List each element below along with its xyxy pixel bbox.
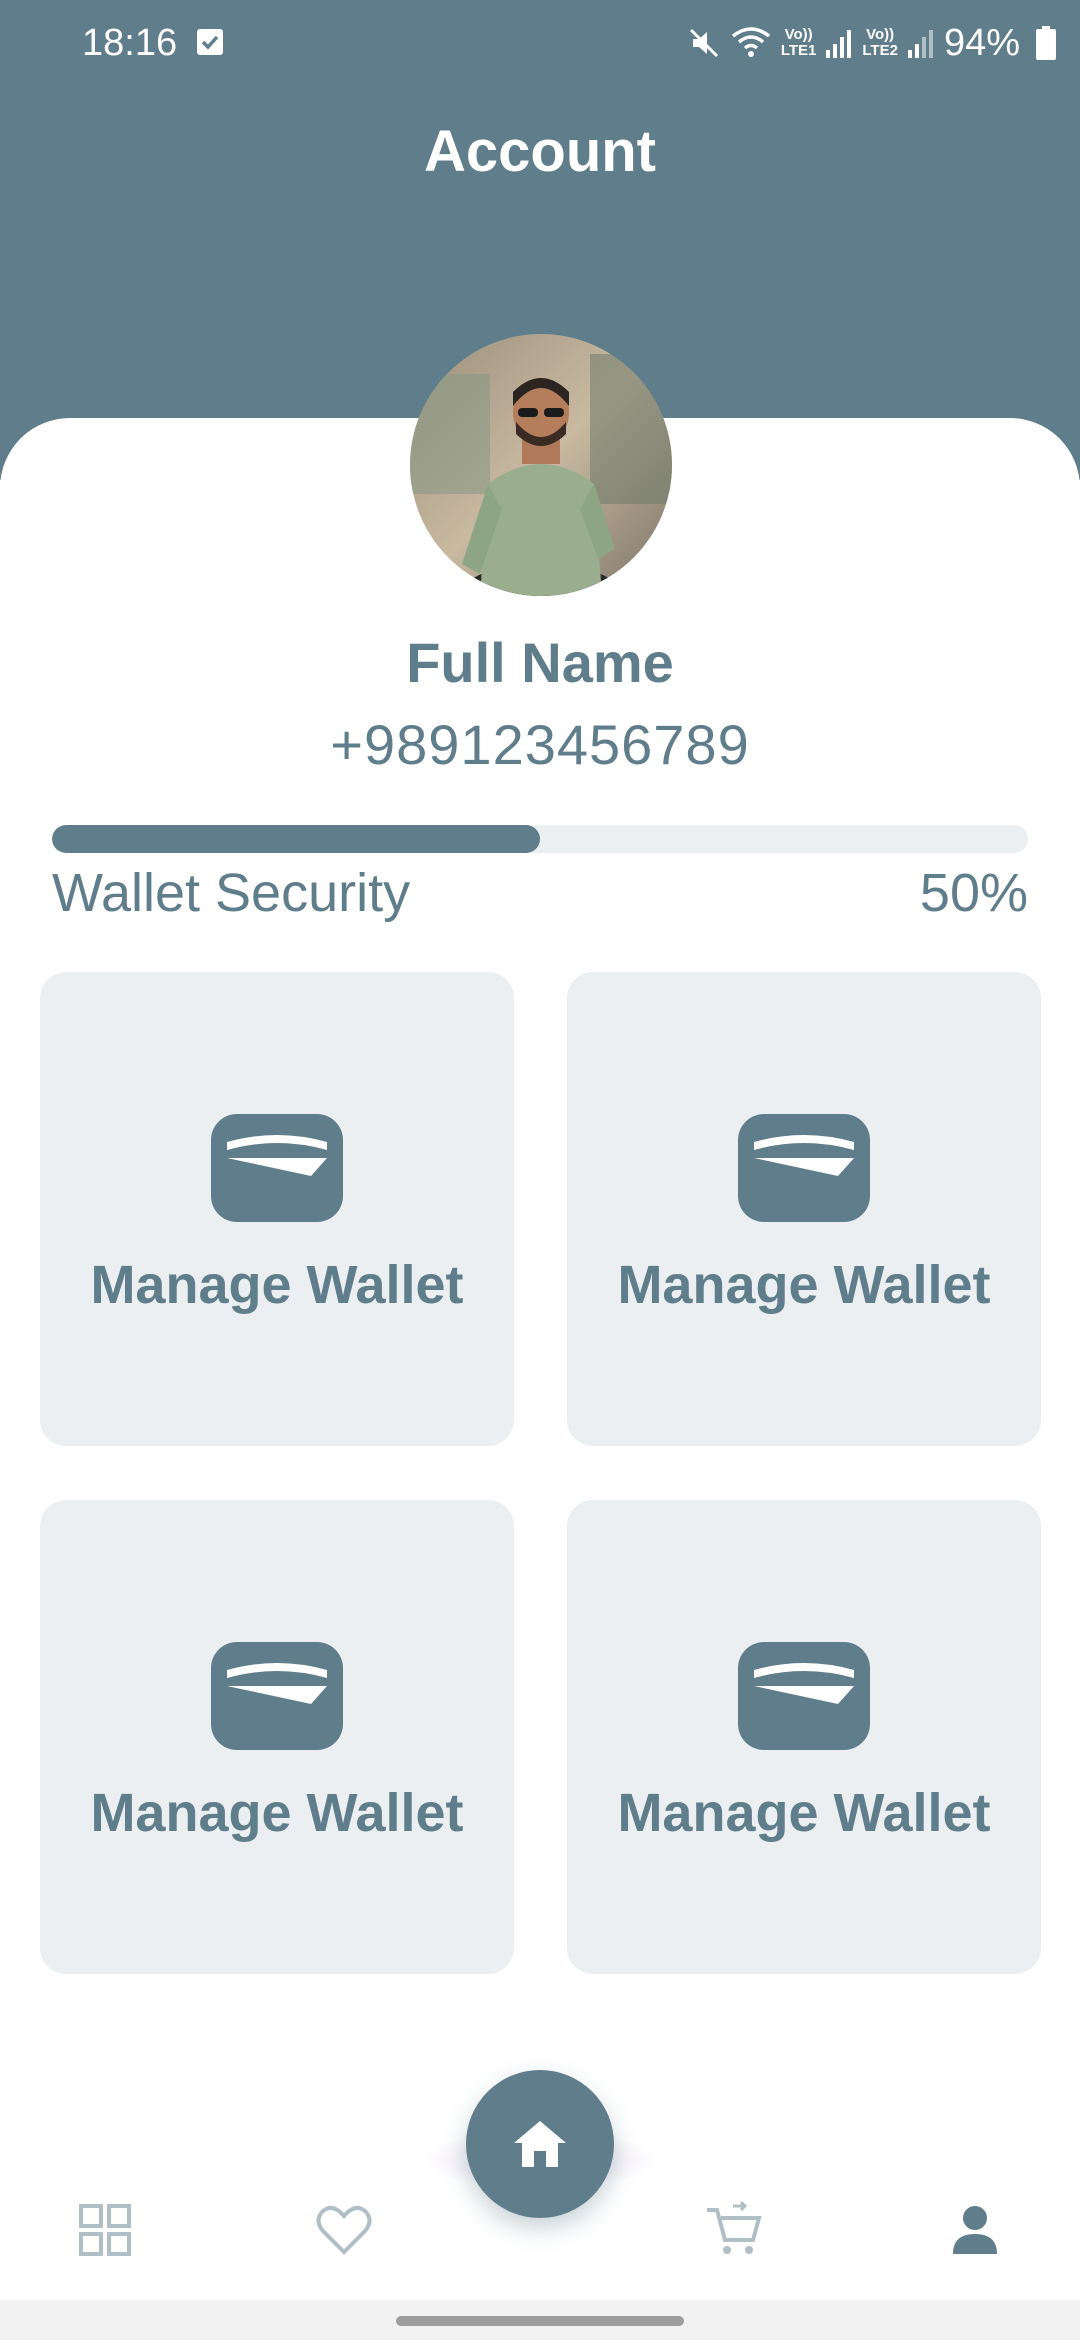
wallet-icon bbox=[738, 1114, 870, 1222]
tile-label: Manage Wallet bbox=[90, 1783, 464, 1843]
sim1-lte: LTE1 bbox=[780, 42, 817, 59]
heart-icon[interactable] bbox=[314, 2200, 374, 2260]
wallet-icon bbox=[738, 1642, 870, 1750]
wallet-security-value: 50% bbox=[919, 863, 1028, 923]
status-bar: 18:16 Vo)) LTE1 Vo)) LTE2 94% bbox=[0, 0, 1080, 86]
status-time: 18:16 bbox=[82, 22, 178, 64]
home-indicator[interactable] bbox=[396, 2316, 684, 2326]
status-icons: Vo)) LTE1 Vo)) LTE2 94% bbox=[687, 18, 1056, 68]
grid-icon[interactable] bbox=[75, 2200, 135, 2260]
checkbox-notification-icon bbox=[197, 29, 223, 55]
wallet-security-label: Wallet Security bbox=[52, 863, 411, 923]
manage-wallet-tile[interactable]: Manage Wallet bbox=[567, 972, 1041, 1446]
profile-phone: +989123456789 bbox=[330, 713, 750, 776]
sim2-lte: LTE2 bbox=[862, 42, 898, 59]
home-button[interactable] bbox=[466, 2070, 614, 2218]
battery-percent: 94% bbox=[943, 21, 1020, 64]
sim2-label: Vo)) LTE2 bbox=[862, 27, 898, 59]
signal-icon bbox=[826, 30, 852, 58]
sim2-volte: Vo)) bbox=[866, 26, 895, 43]
person-icon[interactable] bbox=[945, 2200, 1005, 2260]
manage-wallet-tile[interactable]: Manage Wallet bbox=[567, 1500, 1041, 1974]
mute-icon bbox=[689, 28, 718, 58]
sim1-label: Vo)) LTE1 bbox=[781, 27, 817, 59]
tile-label: Manage Wallet bbox=[617, 1783, 991, 1843]
wifi-icon bbox=[731, 27, 770, 57]
manage-wallet-tile[interactable]: Manage Wallet bbox=[40, 972, 514, 1446]
wallet-security-progress-fill bbox=[52, 825, 540, 853]
tile-label: Manage Wallet bbox=[617, 1255, 991, 1315]
home-icon bbox=[514, 2121, 566, 2167]
battery-icon bbox=[1036, 26, 1056, 60]
avatar-photo bbox=[410, 334, 672, 596]
signal-icon bbox=[907, 30, 933, 58]
wallet-security-progress bbox=[52, 825, 1028, 853]
page-title: Account bbox=[424, 119, 656, 184]
manage-wallet-tile[interactable]: Manage Wallet bbox=[40, 1500, 514, 1974]
tile-label: Manage Wallet bbox=[90, 1255, 464, 1315]
profile-name: Full Name bbox=[406, 631, 674, 694]
avatar[interactable] bbox=[410, 334, 672, 596]
wallet-icon bbox=[211, 1642, 343, 1750]
wallet-icon bbox=[211, 1114, 343, 1222]
sim1-volte: Vo)) bbox=[784, 26, 813, 43]
cart-icon[interactable] bbox=[703, 2200, 763, 2260]
